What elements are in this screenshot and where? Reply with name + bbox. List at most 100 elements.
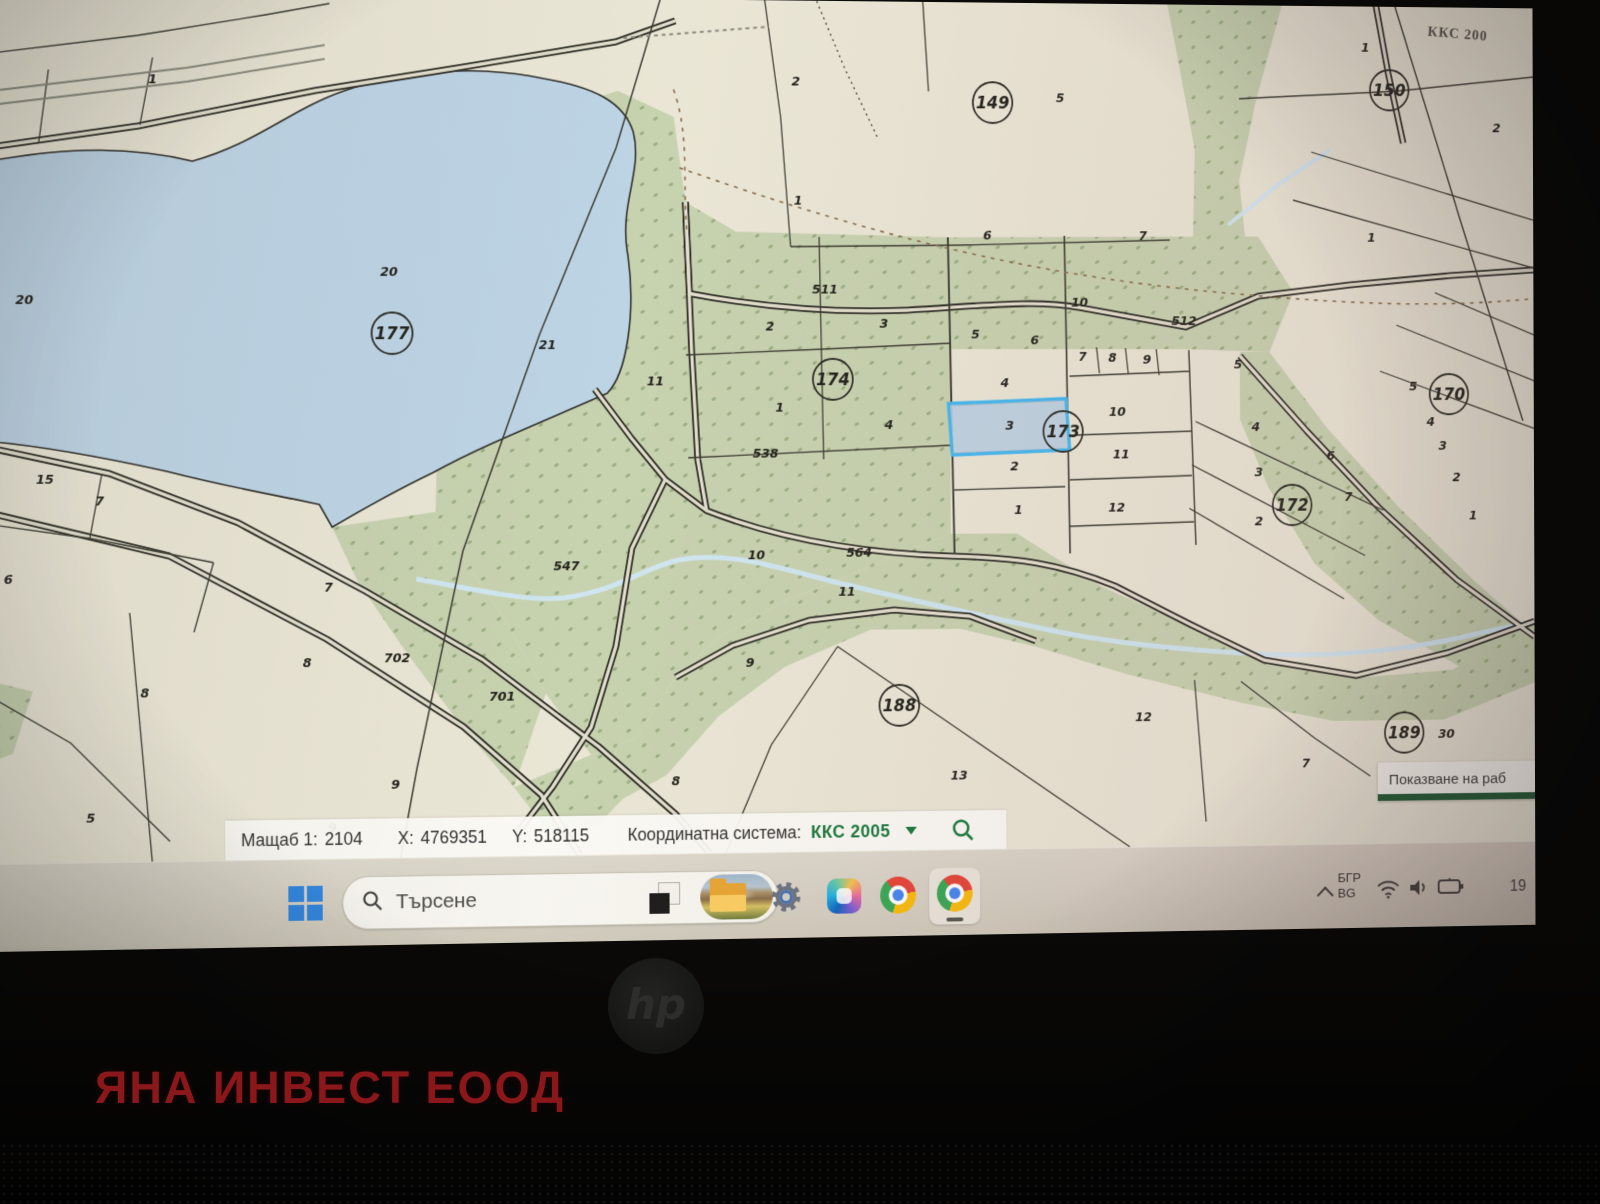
parcel-group-number: 174 <box>816 371 850 391</box>
copilot-icon[interactable] <box>827 878 861 914</box>
parcel-number: 1 <box>1469 509 1477 523</box>
chrome-icon[interactable] <box>880 876 916 914</box>
hp-logo-text: hp <box>626 980 686 1029</box>
parcel-number: 7 <box>1302 757 1311 772</box>
wifi-icon[interactable] <box>1376 878 1400 899</box>
parcel-number: 1 <box>1367 231 1375 245</box>
parcel-group-number: 170 <box>1433 386 1466 405</box>
settings-icon[interactable] <box>768 878 804 916</box>
parcel-number: 10 <box>1071 296 1088 311</box>
parcel-number: 5 <box>1409 380 1417 394</box>
parcel-number: 2 <box>1492 122 1500 136</box>
parcel-number: 9 <box>746 656 755 671</box>
x-label: X: <box>398 828 414 849</box>
parcel-number: 2 <box>1010 460 1019 475</box>
chrome-active-app[interactable] <box>929 868 980 925</box>
parcel-number: 13 <box>951 769 968 784</box>
photo-of-laptop: 1202021112516723561443789101112215111051… <box>0 0 1600 1204</box>
parcel-number: 702 <box>384 651 410 666</box>
cadastral-map[interactable]: 1202021112516723561443789101112215111051… <box>0 0 1535 864</box>
language-line1: БГР <box>1338 870 1361 885</box>
parcel-number: 7 <box>1078 350 1087 365</box>
parcel-number: 512 <box>1171 314 1196 329</box>
parcel-number: 4 <box>1426 415 1435 429</box>
parcel-group-number: 189 <box>1388 724 1421 744</box>
parcel-number: 9 <box>1143 353 1151 368</box>
parcel-number: 1 <box>775 401 784 416</box>
parcel-number: 7 <box>324 581 334 596</box>
photo-watermark: ЯНА ИНВЕСТ ЕООД <box>95 1062 565 1114</box>
chrome-icon-active <box>937 874 973 912</box>
parcel-number: 8 <box>140 686 149 701</box>
dropdown-arrow-icon[interactable] <box>905 827 916 835</box>
parcel-number: 4 <box>884 418 894 433</box>
parcel-number: 2 <box>791 75 800 90</box>
parcel-group-number: 150 <box>1373 82 1406 101</box>
language-indicator[interactable]: БГР BG <box>1338 870 1361 900</box>
parcel-number: 5 <box>971 328 980 343</box>
parcel-number: 8 <box>1108 351 1117 366</box>
map-search-icon[interactable] <box>951 817 976 843</box>
parcel-number: 12 <box>1108 501 1125 516</box>
language-line2: BG <box>1338 885 1361 900</box>
parcel-number: 564 <box>846 546 872 561</box>
parcel-number: 6 <box>1327 449 1335 463</box>
tray-expand-chevron-icon[interactable] <box>1317 886 1334 904</box>
parcel-number: 701 <box>489 690 515 705</box>
parcel-number: 2 <box>1452 471 1460 485</box>
parcel-number: 8 <box>672 774 681 789</box>
parcel-number: 20 <box>380 265 398 280</box>
volume-icon[interactable] <box>1407 876 1429 899</box>
parcel-group-number: 188 <box>883 696 917 716</box>
parcel-number: 538 <box>753 447 779 462</box>
crs-dropdown-value[interactable]: ККС 2005 <box>811 821 891 843</box>
search-icon <box>361 888 385 917</box>
battery-icon[interactable] <box>1437 875 1465 897</box>
parcel-group-number: 149 <box>976 94 1010 114</box>
parcel-number: 11 <box>1113 448 1130 463</box>
parcel-number: 15 <box>36 473 54 488</box>
start-button[interactable] <box>288 886 322 921</box>
crs-label: Координатна система: <box>627 822 801 845</box>
laptop-screen: 1202021112516723561443789101112215111051… <box>0 0 1536 952</box>
parcel-number: 3 <box>1005 419 1014 434</box>
parcel-number: 6 <box>4 573 13 588</box>
parcel-number: 30 <box>1438 727 1455 742</box>
parcel-number: 511 <box>812 283 838 298</box>
parcel-group-number: 172 <box>1276 496 1309 515</box>
parcel-number: 6 <box>983 229 992 244</box>
parcel-number: 5 <box>86 812 95 827</box>
parcel-number: 4 <box>1251 420 1260 434</box>
parcel-number: 10 <box>748 548 765 563</box>
parcel-number: 2 <box>766 320 775 335</box>
clock[interactable]: 19 <box>1510 878 1526 895</box>
parcel-number: 21 <box>539 338 557 353</box>
parcel-number: 20 <box>15 293 33 308</box>
parcel-number: 6 <box>1030 334 1039 349</box>
parcel-number: 11 <box>647 375 664 390</box>
parcel-number: 3 <box>1439 439 1447 453</box>
parcel-number: 8 <box>303 656 312 671</box>
parcel-number: 7 <box>1344 490 1353 504</box>
parcel-number: 1 <box>148 72 157 87</box>
parcel-number: 5 <box>1234 358 1242 372</box>
hp-logo: hp <box>608 958 704 1054</box>
parcel-number: 1 <box>1014 503 1023 518</box>
scale-label: Мащаб 1: <box>241 829 318 851</box>
parcel-group-number: 177 <box>375 324 410 344</box>
parcel-number: 5 <box>1056 91 1065 106</box>
file-explorer-icon[interactable] <box>710 883 746 912</box>
show-desktop-tooltip[interactable]: Показване на раб <box>1378 760 1536 801</box>
parcel-number: 4 <box>1000 376 1009 391</box>
parcel-number: 9 <box>391 778 400 793</box>
running-app-indicator <box>946 917 963 921</box>
parcel-number: 12 <box>1135 710 1152 725</box>
parcel-number: 10 <box>1109 405 1126 420</box>
task-view-icon[interactable] <box>649 882 680 914</box>
x-coordinate: 4769351 <box>421 826 487 848</box>
speaker-grille <box>0 1142 1600 1204</box>
scale-value: 2104 <box>325 828 363 849</box>
parcel-number: 7 <box>1139 229 1148 244</box>
parcel-number: 7 <box>95 495 105 510</box>
parcel-number: 3 <box>1255 466 1263 480</box>
